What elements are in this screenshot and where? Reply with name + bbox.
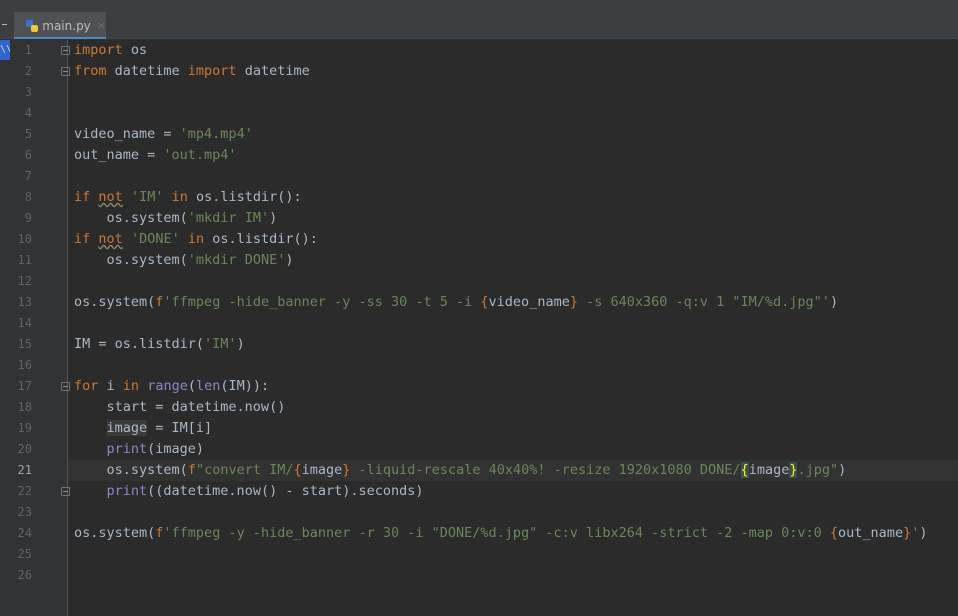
line-number: 10 (17, 232, 32, 246)
line-number: 24 (17, 526, 32, 540)
line-number: 21 (17, 463, 32, 477)
code-line[interactable]: out_name = 'out.mp4' (74, 145, 237, 166)
line-number: 12 (17, 274, 32, 288)
code-line[interactable]: import os (74, 40, 147, 61)
editor-tab-bar: main.py × (0, 12, 958, 40)
code-line[interactable]: start = datetime.now() (74, 397, 286, 418)
close-tab-icon[interactable]: × (97, 19, 106, 32)
fold-marker-icon[interactable] (61, 67, 70, 76)
code-line[interactable]: print((datetime.now() - start).seconds) (74, 481, 424, 502)
code-line[interactable]: if not 'DONE' in os.listdir(): (74, 229, 318, 250)
project-tree-selection[interactable]: \\ (0, 40, 10, 60)
code-line[interactable]: video_name = 'mp4.mp4' (74, 124, 253, 145)
line-number: 5 (24, 127, 32, 141)
fold-marker-icon[interactable] (61, 487, 70, 496)
line-number: 26 (17, 568, 32, 582)
line-number: 7 (24, 169, 32, 183)
code-line[interactable]: os.system('mkdir IM') (74, 208, 278, 229)
project-panel-stub[interactable] (0, 12, 14, 39)
code-line[interactable]: os.system(f'ffmpeg -hide_banner -y -ss 3… (74, 292, 838, 313)
line-number: 17 (17, 379, 32, 393)
line-number: 13 (17, 295, 32, 309)
code-line[interactable]: if not 'IM' in os.listdir(): (74, 187, 302, 208)
fold-marker-icon[interactable] (61, 46, 70, 55)
line-number: 9 (24, 211, 32, 225)
line-number: 20 (17, 442, 32, 456)
line-number: 18 (17, 400, 32, 414)
fold-marker-icon[interactable] (61, 382, 70, 391)
code-line[interactable]: os.system(f'ffmpeg -y -hide_banner -r 30… (74, 523, 928, 544)
line-number: 4 (24, 106, 32, 120)
code-line[interactable]: from datetime import datetime (74, 61, 310, 82)
line-number: 16 (17, 358, 32, 372)
code-line[interactable]: os.system('mkdir DONE') (74, 250, 294, 271)
line-number: 6 (24, 148, 32, 162)
line-number: 14 (17, 316, 32, 330)
line-number: 15 (17, 337, 32, 351)
code-line[interactable]: for i in range(len(IM)): (74, 376, 269, 397)
line-number: 22 (17, 484, 32, 498)
code-line[interactable]: image = IM[i] (74, 418, 212, 439)
line-number: 19 (17, 421, 32, 435)
tab-main-py[interactable]: main.py × (14, 12, 106, 39)
line-number: 2 (24, 64, 32, 78)
line-number: 25 (17, 547, 32, 561)
code-line[interactable]: os.system(f"convert IM/{image} -liquid-r… (74, 460, 846, 481)
project-tree-strip: \\ (0, 40, 10, 616)
active-tab-indicator (14, 37, 106, 39)
code-line[interactable]: print(image) (74, 439, 205, 460)
line-number: 23 (17, 505, 32, 519)
line-number: 8 (24, 190, 32, 204)
line-number: 3 (24, 85, 32, 99)
code-line[interactable]: IM = os.listdir('IM') (74, 334, 245, 355)
line-number: 1 (24, 43, 32, 57)
tab-label: main.py (42, 18, 91, 33)
line-number: 11 (17, 253, 32, 267)
python-file-icon (26, 19, 38, 32)
